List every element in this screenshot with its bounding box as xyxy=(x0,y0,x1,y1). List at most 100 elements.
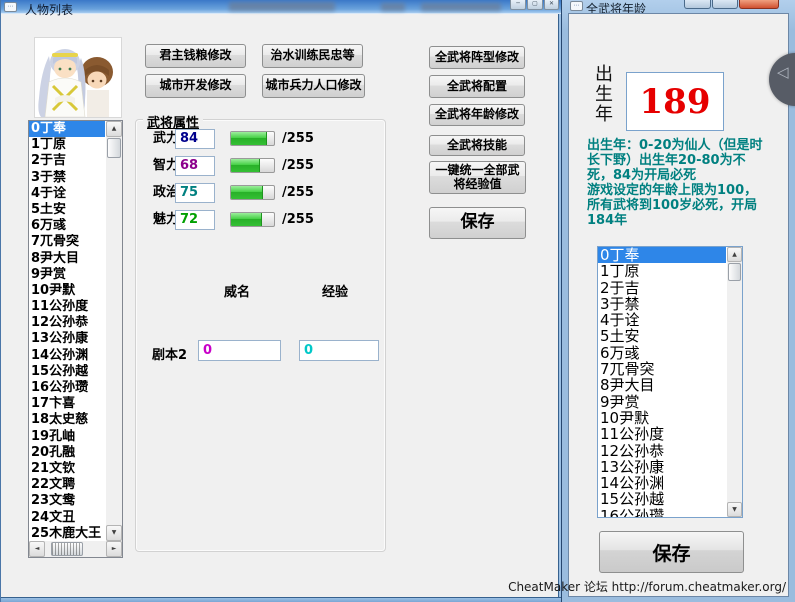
horizontal-scrollbar[interactable]: ◄ ► xyxy=(29,541,122,557)
all-generals-formation-button[interactable]: 全武将阵型修改 xyxy=(429,46,525,69)
list-item[interactable]: 14公孙渊 xyxy=(29,348,105,364)
scroll-down-icon[interactable]: ▼ xyxy=(106,525,122,541)
scroll-left-icon[interactable]: ◄ xyxy=(29,541,45,557)
save-button[interactable]: 保存 xyxy=(429,207,526,239)
list-item[interactable]: 14公孙渊 xyxy=(598,475,726,491)
hint-line: 所有武将到100岁必死，开局 xyxy=(587,198,792,213)
scrollbar-thumb[interactable] xyxy=(728,263,741,281)
list-item[interactable]: 12公孙恭 xyxy=(29,315,105,331)
script2-label: 剧本2 xyxy=(152,344,187,363)
intelligence-input[interactable]: 68 xyxy=(175,156,215,176)
max-label: /255 xyxy=(282,156,314,176)
fame-header: 威名 xyxy=(224,281,250,300)
list-item[interactable]: 16公孙瓒 xyxy=(598,508,726,518)
max-label: /255 xyxy=(282,129,314,149)
list-item[interactable]: 16公孙瓒 xyxy=(29,380,105,396)
politics-input[interactable]: 75 xyxy=(175,183,215,203)
minimize-button[interactable] xyxy=(684,0,711,9)
list-item[interactable]: 9尹赏 xyxy=(598,394,726,410)
hint-line: 游戏设定的年龄上限为100， xyxy=(587,183,792,198)
all-generals-config-button[interactable]: 全武将配置 xyxy=(429,75,525,98)
list-item[interactable]: 9尹赏 xyxy=(29,267,105,283)
scroll-right-icon[interactable]: ► xyxy=(106,541,122,557)
app-icon: ⋯ xyxy=(570,1,583,11)
close-button[interactable] xyxy=(739,0,779,9)
monarch-money-grain-button[interactable]: 君主钱粮修改 xyxy=(145,44,246,68)
list-item[interactable]: 3于禁 xyxy=(598,296,726,312)
anime-image xyxy=(35,38,121,117)
redacted-text-blob xyxy=(229,2,335,11)
unify-experience-button[interactable]: 一键统一全部武将经验值 xyxy=(429,161,526,194)
experience-header: 经验 xyxy=(322,281,348,300)
list-item[interactable]: 23文鸯 xyxy=(29,493,105,509)
generals-age-window: ⋯ 全武将年龄 出生年 189 出生年：0-20为仙人（但是时长下野）出生年20… xyxy=(561,0,795,602)
hint-line: 死，84为开局必死 xyxy=(587,168,792,183)
list-item[interactable]: 25木鹿大王 xyxy=(29,526,105,542)
list-item[interactable]: 4于诠 xyxy=(598,312,726,328)
triangle-icon: ◁ xyxy=(777,65,789,80)
maximize-button[interactable]: ▢ xyxy=(527,0,543,10)
redacted-text-blob xyxy=(421,3,501,11)
birth-year-label: 出生年 xyxy=(589,64,615,124)
scroll-up-icon[interactable]: ▲ xyxy=(727,247,742,262)
max-label: /255 xyxy=(282,210,314,230)
list-item[interactable]: 17卞喜 xyxy=(29,396,105,412)
list-item[interactable]: 6万彧 xyxy=(598,345,726,361)
list-item[interactable]: 8尹大目 xyxy=(29,251,105,267)
generals-list-items: 0丁奉1丁原2于吉3于禁4于诠5土安6万彧7兀骨突8尹大目9尹赏10尹默11公孙… xyxy=(598,247,742,518)
flood-training-loyalty-button[interactable]: 治水训练民忠等 xyxy=(262,44,363,68)
list-item[interactable]: 7兀骨突 xyxy=(598,361,726,377)
list-item[interactable]: 10尹默 xyxy=(598,410,726,426)
list-item[interactable]: 19孔岫 xyxy=(29,429,105,445)
experience-input[interactable]: 0 xyxy=(299,340,379,361)
list-item[interactable]: 1丁原 xyxy=(598,263,726,279)
city-development-button[interactable]: 城市开发修改 xyxy=(145,74,246,98)
left-titlebar[interactable]: ⋯ 人物列表 ─ ▢ ✕ xyxy=(1,0,561,14)
scroll-down-icon[interactable]: ▼ xyxy=(727,502,742,517)
list-item[interactable]: 13公孙康 xyxy=(598,459,726,475)
all-generals-age-button[interactable]: 全武将年龄修改 xyxy=(429,104,525,126)
cheatmaker-forum-link: CheatMaker 论坛 http://forum.cheatmaker.or… xyxy=(508,578,786,595)
list-item[interactable]: 5土安 xyxy=(598,328,726,344)
strength-input[interactable]: 84 xyxy=(175,129,215,149)
character-artwork xyxy=(34,37,122,118)
list-item[interactable]: 15公孙越 xyxy=(29,364,105,380)
intelligence-bar xyxy=(230,158,275,173)
desktop: ⋯ 人物列表 ─ ▢ ✕ xyxy=(0,0,795,602)
list-item[interactable]: 18太史慈 xyxy=(29,412,105,428)
character-list-window: ⋯ 人物列表 ─ ▢ ✕ xyxy=(0,0,561,602)
hint-line: 出生年：0-20为仙人（但是时 xyxy=(587,138,792,153)
all-generals-skill-button[interactable]: 全武将技能 xyxy=(429,135,525,156)
save-button[interactable]: 保存 xyxy=(599,531,744,573)
fame-input[interactable]: 0 xyxy=(198,340,281,361)
list-item[interactable]: 11公孙度 xyxy=(598,426,726,442)
birth-year-input[interactable]: 189 xyxy=(626,72,724,131)
close-button[interactable]: ✕ xyxy=(544,0,559,10)
maximize-button[interactable] xyxy=(712,0,738,9)
politics-bar xyxy=(230,185,275,200)
list-item[interactable]: 13公孙康 xyxy=(29,331,105,347)
left-window-title: 人物列表 xyxy=(25,1,73,18)
hint-line: 184年 xyxy=(587,213,792,228)
minimize-button[interactable]: ─ xyxy=(510,0,526,10)
list-item[interactable]: 20孔融 xyxy=(29,445,105,461)
list-item[interactable]: 21文钦 xyxy=(29,461,105,477)
list-item[interactable]: 8尹大目 xyxy=(598,377,726,393)
vertical-scrollbar[interactable]: ▲ ▼ xyxy=(727,247,742,517)
generals-listbox[interactable]: 0丁奉1丁原2于吉3于禁4于诠5土安6万彧7兀骨突8尹大目9尹赏10尹默11公孙… xyxy=(597,246,743,518)
scrollbar-thumb[interactable] xyxy=(51,542,83,556)
list-item[interactable]: 11公孙度 xyxy=(29,299,105,315)
list-item[interactable]: 2于吉 xyxy=(598,280,726,296)
list-item[interactable]: 0丁奉 xyxy=(598,247,726,263)
city-troops-population-button[interactable]: 城市兵力人口修改 xyxy=(262,74,365,98)
list-item[interactable]: 10尹默 xyxy=(29,283,105,299)
list-item[interactable]: 24文丑 xyxy=(29,510,105,526)
redacted-text-blob xyxy=(381,3,405,11)
app-icon: ⋯ xyxy=(4,2,17,12)
list-item[interactable]: 15公孙越 xyxy=(598,491,726,507)
list-item[interactable]: 12公孙恭 xyxy=(598,443,726,459)
charisma-input[interactable]: 72 xyxy=(175,210,215,230)
list-item[interactable]: 7兀骨突 xyxy=(29,234,105,250)
list-item[interactable]: 22文聘 xyxy=(29,477,105,493)
window-border xyxy=(1,597,561,602)
